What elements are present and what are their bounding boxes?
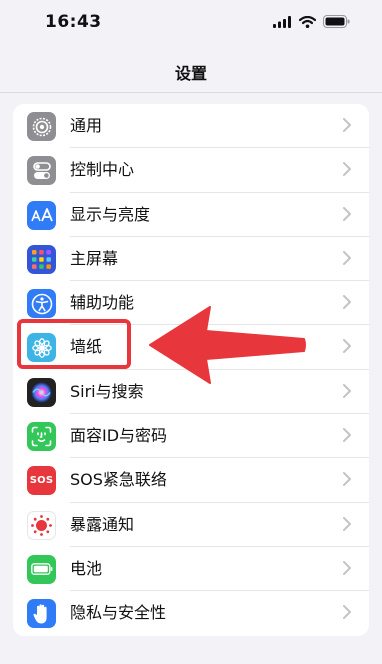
settings-row-label: SOS紧急联络 [70, 470, 167, 490]
settings-row-label: 主屏幕 [70, 248, 119, 268]
hand-icon [27, 599, 56, 629]
siri-icon [27, 377, 56, 407]
accessibility-icon [27, 289, 56, 319]
settings-row-label: 暴露通知 [70, 514, 135, 534]
settings-row-control-center[interactable]: 控制中心 [13, 148, 369, 193]
sos-badge-text: SOS [29, 475, 54, 487]
settings-row-sos[interactable]: SOS SOS紧急联络 [13, 458, 369, 503]
chevron-right-icon [343, 206, 351, 221]
chevron-right-icon [343, 295, 351, 310]
status-time: 16:43 [45, 12, 102, 32]
chevron-right-icon [343, 516, 351, 531]
settings-row-exposure[interactable]: 暴露通知 [13, 503, 369, 547]
toggles-icon [27, 156, 56, 186]
chevron-right-icon [343, 428, 351, 443]
settings-row-general[interactable]: 通用 [13, 104, 369, 149]
chevron-right-icon [343, 383, 351, 398]
app-grid-icon [27, 244, 56, 274]
exposure-icon [27, 510, 56, 540]
chevron-right-icon [343, 250, 351, 265]
highlight-box [17, 319, 131, 369]
settings-row-battery[interactable]: 电池 [13, 547, 369, 592]
text-size-icon [27, 200, 56, 230]
gear-icon [27, 112, 56, 141]
chevron-right-icon [343, 560, 351, 575]
chevron-right-icon [343, 118, 351, 132]
sos-icon: SOS [27, 466, 56, 496]
wifi-icon [299, 15, 316, 28]
chevron-right-icon [343, 339, 351, 354]
settings-row-label: 面容ID与密码 [70, 426, 168, 446]
chevron-right-icon [343, 162, 351, 177]
settings-row-face-id[interactable]: 面容ID与密码 [13, 414, 369, 459]
settings-row-label: Siri与搜索 [70, 381, 144, 401]
settings-row-label: 通用 [70, 116, 103, 135]
red-arrow-icon [149, 306, 306, 384]
battery-app-icon [27, 554, 56, 584]
battery-icon [323, 15, 350, 28]
settings-row-label: 隐私与安全性 [70, 603, 167, 623]
settings-row-privacy[interactable]: 隐私与安全性 [13, 591, 369, 635]
settings-row-display[interactable]: 显示与亮度 [13, 193, 369, 237]
settings-row-label: 电池 [70, 558, 103, 578]
status-icons [273, 15, 350, 28]
signal-icon [273, 15, 291, 28]
settings-row-home-screen[interactable]: 主屏幕 [13, 237, 369, 282]
settings-row-label: 辅助功能 [70, 293, 135, 313]
chevron-right-icon [343, 605, 351, 620]
chevron-right-icon [343, 472, 351, 487]
settings-row-label: 控制中心 [70, 160, 135, 180]
settings-row-label: 显示与亮度 [70, 204, 151, 224]
page-title: 设置 [174, 64, 207, 83]
status-bar: 16:43 [0, 0, 382, 48]
face-id-icon [27, 422, 56, 452]
nav-divider [0, 92, 382, 93]
